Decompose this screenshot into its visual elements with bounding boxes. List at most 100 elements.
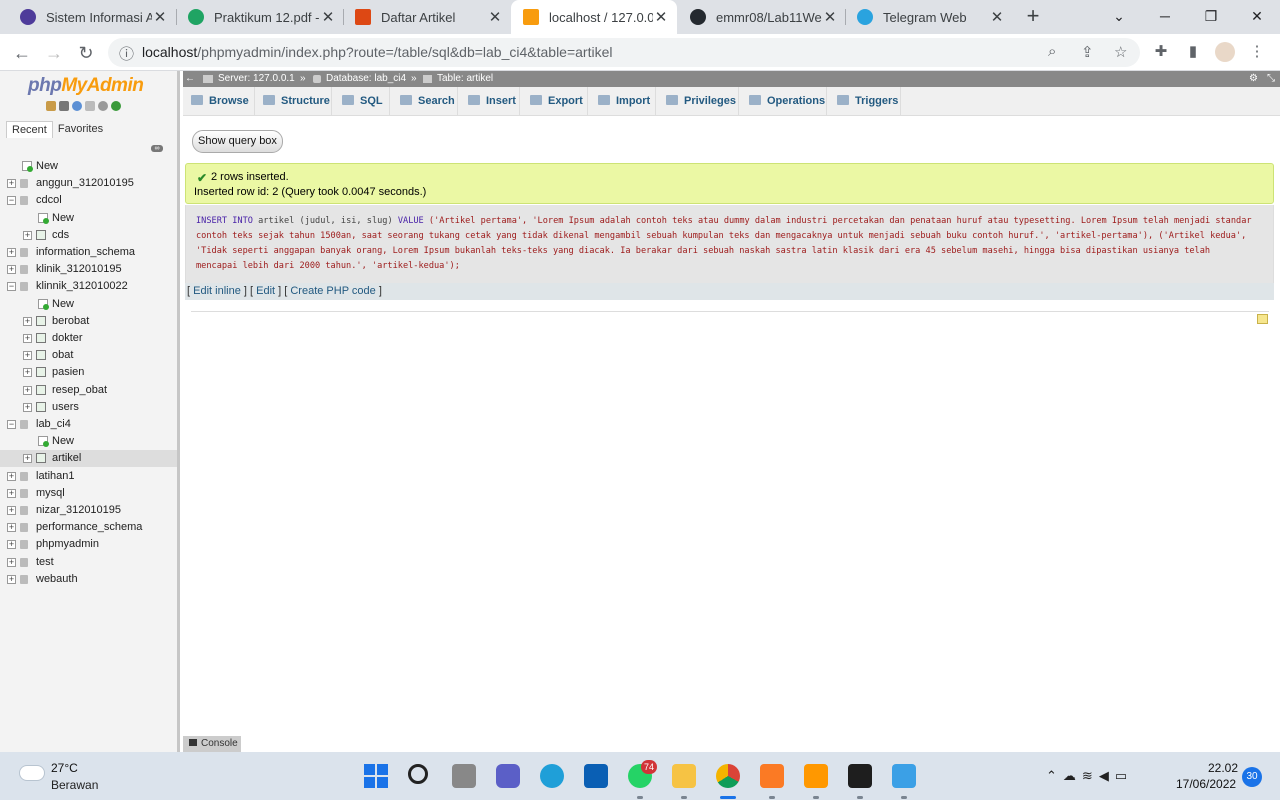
breadcrumb-database[interactable]: Database: lab_ci4 [326,71,406,87]
expand-icon[interactable]: + [23,368,32,377]
tab-structure[interactable]: Structure [255,87,332,116]
help-icon[interactable] [72,101,82,111]
forward-arrow-icon[interactable]: → [41,40,67,66]
home-icon[interactable] [46,101,56,111]
tab-sistem-informasi[interactable]: Sistem Informasi Al ✕ [8,0,176,34]
clock-date[interactable]: 17/06/2022 [1176,777,1236,791]
expand-icon[interactable]: + [23,403,32,412]
search-icon[interactable] [408,764,428,784]
tab-triggers[interactable]: Triggers [827,87,901,116]
tree-table-item[interactable]: + dokter [0,330,177,347]
expand-icon[interactable]: + [7,540,16,549]
tab-insert[interactable]: Insert [458,87,520,116]
expand-icon[interactable]: + [7,575,16,584]
console-toggle[interactable]: Console [183,736,241,752]
settings-gear-icon[interactable]: ⚙ [1249,71,1258,87]
tab-recent[interactable]: Recent [6,121,53,138]
expand-icon[interactable]: + [23,454,32,463]
collapse-icon[interactable]: − [7,196,16,205]
expand-icon[interactable]: + [7,489,16,498]
wifi-icon[interactable]: ≋ [1082,768,1093,784]
tab-daftar-artikel[interactable]: Daftar Artikel ✕ [343,0,511,34]
expand-icon[interactable]: + [7,506,16,515]
tree-database-item[interactable]: + klinik_312010195 [0,261,177,278]
extensions-puzzle-icon[interactable]: ✚ [1151,42,1171,62]
tab-favorites[interactable]: Favorites [53,121,108,138]
tab-import[interactable]: Import [588,87,656,116]
new-tab-button[interactable]: + [1022,5,1044,27]
window-close-icon[interactable]: ✕ [1242,4,1272,28]
tree-table-item[interactable]: + berobat [0,313,177,330]
tree-database-item[interactable]: − klinnik_312010022 [0,278,177,295]
share-icon[interactable]: ⇪ [1081,43,1094,61]
tree-new-item[interactable]: New [0,158,177,175]
restore-icon[interactable]: ❐ [1196,4,1226,28]
tree-new-item[interactable]: New [0,433,177,450]
tree-database-item[interactable]: + nizar_312010195 [0,502,177,519]
tab-search-chevron-icon[interactable]: ⌄ [1104,4,1134,28]
breadcrumb-table[interactable]: Table: artikel [437,71,493,87]
weather-temperature[interactable]: 27°C [51,761,78,775]
expand-icon[interactable]: + [7,558,16,567]
sublime-text-icon[interactable] [804,764,828,788]
reload-icon[interactable]: ↻ [73,40,99,66]
expand-icon[interactable]: + [23,334,32,343]
tree-database-item[interactable]: − cdcol [0,192,177,209]
edit-inline-link[interactable]: Edit inline [193,285,241,297]
tab-telegram[interactable]: Telegram Web ✕ [845,0,1013,34]
expand-icon[interactable]: + [7,248,16,257]
tab-browse[interactable]: Browse [183,87,255,116]
xampp-icon[interactable] [760,764,784,788]
notepad-icon[interactable] [892,764,916,788]
collapse-icon[interactable]: − [7,282,16,291]
profile-avatar[interactable] [1215,42,1235,62]
onedrive-cloud-icon[interactable]: ☁ [1063,768,1076,784]
tab-search[interactable]: Search [390,87,458,116]
tab-localhost-phpmyadmin[interactable]: localhost / 127.0.0.1 ✕ [511,0,677,34]
side-panel-icon[interactable]: ▮ [1183,42,1203,62]
expand-icon[interactable]: + [23,317,32,326]
tree-database-item[interactable]: + anggun_312010195 [0,175,177,192]
show-query-box-button[interactable]: Show query box [192,130,283,153]
tab-operations[interactable]: Operations [739,87,827,116]
expand-icon[interactable]: + [7,523,16,532]
weather-condition[interactable]: Berawan [51,778,98,792]
chevron-up-icon[interactable]: ⌃ [1046,768,1057,784]
tree-database-item[interactable]: + webauth [0,571,177,588]
cloud-icon[interactable] [20,766,44,780]
expand-icon[interactable]: + [23,351,32,360]
tree-database-item[interactable]: + information_schema [0,244,177,261]
battery-icon[interactable]: ▭ [1115,768,1127,784]
close-icon[interactable]: ✕ [822,8,838,26]
chrome-icon[interactable] [716,764,740,788]
back-arrow-icon[interactable]: ← [9,40,35,66]
settings-gear-icon[interactable] [98,101,108,111]
volume-icon[interactable]: ◀ [1099,768,1109,784]
tree-table-item[interactable]: + pasien [0,364,177,381]
file-explorer-icon[interactable] [672,764,696,788]
tab-github[interactable]: emmr08/Lab11Web ✕ [678,0,846,34]
tree-database-item[interactable]: + performance_schema [0,519,177,536]
tree-table-item[interactable]: + resep_obat [0,382,177,399]
edit-link[interactable]: Edit [256,285,275,297]
notification-badge[interactable]: 30 [1242,767,1262,787]
zoom-icon[interactable]: ⌕ [1048,43,1056,60]
expand-icon[interactable]: + [23,231,32,240]
tab-privileges[interactable]: Privileges [656,87,739,116]
tree-table-item[interactable]: + users [0,399,177,416]
kebab-menu-icon[interactable]: ⋮ [1247,42,1267,62]
expand-icon[interactable]: + [7,472,16,481]
edge-icon[interactable] [540,764,564,788]
collapse-all-icon[interactable]: ∞ [151,145,163,152]
windows-start-icon[interactable] [364,764,388,788]
close-icon[interactable]: ✕ [152,8,168,26]
terminal-icon[interactable] [848,764,872,788]
tab-praktikum-pdf[interactable]: Praktikum 12.pdf - G ✕ [176,0,344,34]
tree-new-item[interactable]: New [0,210,177,227]
tree-database-item[interactable]: − lab_ci4 [0,416,177,433]
tree-database-item[interactable]: + phpmyadmin [0,536,177,553]
site-info-icon[interactable]: ⓘ [119,43,134,64]
logout-icon[interactable] [59,101,69,111]
tree-new-item[interactable]: New [0,296,177,313]
teams-chat-icon[interactable] [496,764,520,788]
